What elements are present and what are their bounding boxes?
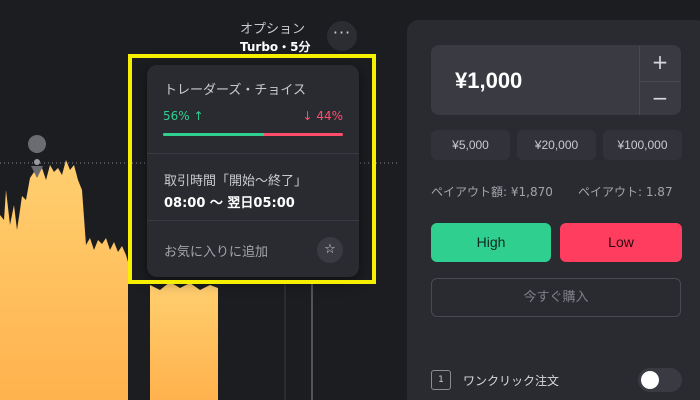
ellipsis-icon: ··· — [332, 23, 352, 42]
price-area-lower — [150, 282, 218, 400]
more-options-button[interactable]: ··· — [327, 21, 357, 51]
low-button[interactable]: Low — [560, 223, 682, 262]
one-click-toggle[interactable] — [638, 368, 682, 392]
decrease-amount-button[interactable]: − — [640, 81, 680, 115]
increase-amount-button[interactable]: + — [640, 46, 680, 80]
preset-amount-button[interactable]: ¥5,000 — [431, 130, 510, 160]
price-marker-icon — [28, 135, 47, 178]
plus-icon: + — [651, 50, 669, 74]
toggle-knob — [641, 371, 659, 389]
investment-amount-value[interactable]: ¥1,000 — [455, 68, 522, 94]
buy-now-button[interactable]: 今すぐ購入 — [431, 278, 681, 317]
minus-icon: − — [651, 86, 669, 110]
option-type-label: オプション — [240, 22, 306, 37]
payout-amount: ペイアウト額: ¥1,870 — [431, 185, 553, 199]
one-click-order-label: ワンクリック注文 — [463, 374, 560, 388]
highlight-frame — [128, 54, 376, 284]
preset-amount-button[interactable]: ¥100,000 — [603, 130, 682, 160]
price-area — [0, 160, 128, 400]
preset-amount-button[interactable]: ¥20,000 — [517, 130, 596, 160]
payout-rate: ペイアウト: 1.87 — [578, 185, 673, 199]
high-button[interactable]: High — [431, 223, 551, 262]
one-click-icon: 1 — [431, 370, 451, 390]
option-mode-label: Turbo・5分 — [240, 40, 311, 54]
